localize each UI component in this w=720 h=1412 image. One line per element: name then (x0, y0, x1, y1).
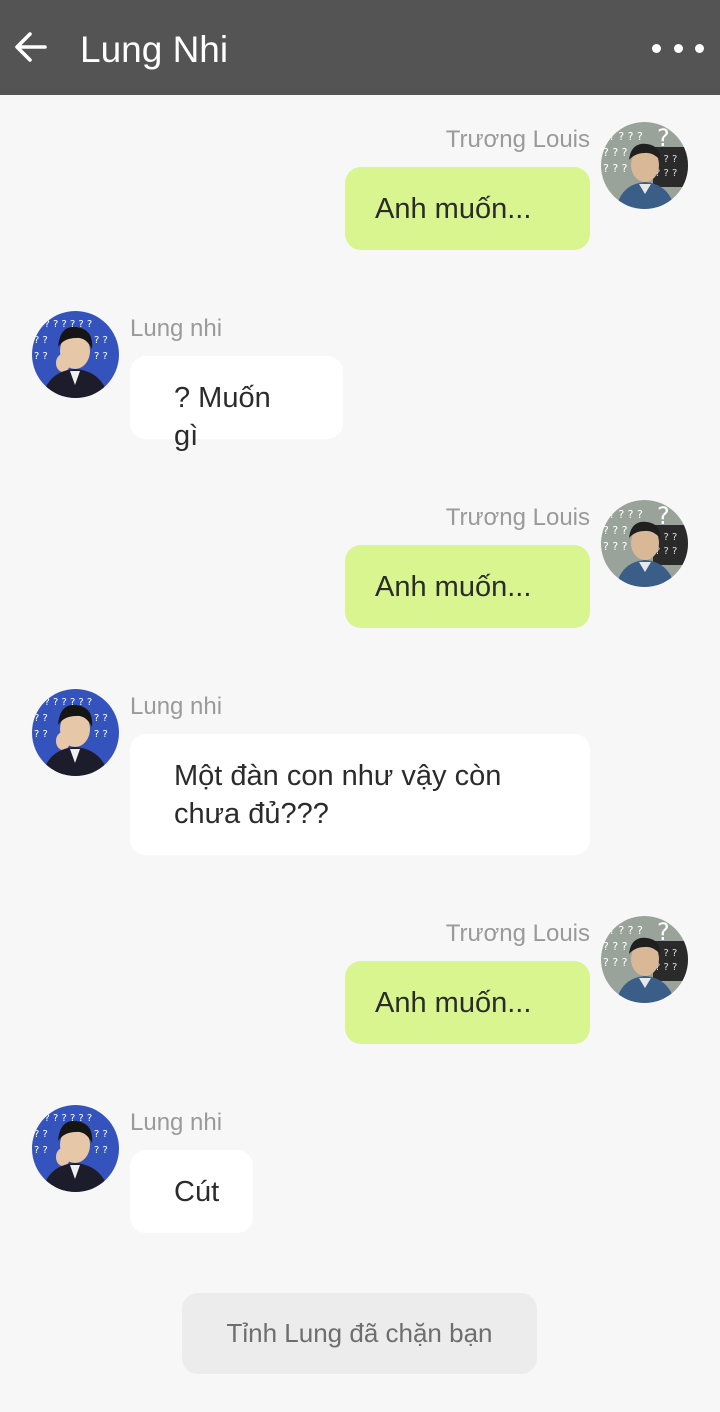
svg-text:? ? ? ? ? ? ?: ? ? ? ? ? ? ? (36, 1113, 92, 1124)
sender-name: Lung nhi (130, 693, 223, 720)
svg-text:?: ? (657, 918, 670, 946)
svg-text:? ?: ? ? (94, 335, 108, 346)
sender-name: Lung nhi (130, 1109, 223, 1136)
message-bubble[interactable]: Anh muốn... (345, 167, 590, 250)
message-bubble[interactable]: Một đàn con như vậy còn chưa đủ??? (130, 734, 590, 855)
avatar-lung-nhi[interactable]: ? ? ? ? ? ? ? ? ? ? ? ? ? ? ? (32, 1105, 119, 1192)
svg-text:? ? ?: ? ? ? (603, 162, 628, 175)
svg-text:? ?: ? ? (94, 351, 108, 362)
blocked-notice: Tỉnh Lung đã chặn bạn (182, 1293, 537, 1374)
message-text: ? Muốn gì (174, 382, 271, 452)
svg-text:? ? ? ? ? ? ?: ? ? ? ? ? ? ? (36, 319, 92, 330)
svg-text:?: ? (657, 124, 670, 152)
svg-text:? ?: ? ? (34, 713, 48, 724)
arrow-left-icon (15, 32, 47, 62)
chat-title: Lung Nhi (80, 29, 229, 70)
svg-text:? ? ?: ? ? ? (603, 956, 628, 969)
message-row-received: ? ? ? ? ? ? ? ? ? ? ? ? ? ? ? Lung nhi M… (0, 688, 720, 868)
avatar-portrait-icon: ? ? ? ? ? ? ? ? ? ? ? ? ? ? ? ? ? (601, 122, 688, 209)
sender-name: Trương Louis (445, 504, 590, 531)
more-horizontal-icon (652, 43, 661, 53)
svg-text:? ?: ? ? (94, 729, 108, 740)
message-text: Một đàn con như vậy còn chưa đủ??? (174, 760, 502, 830)
svg-text:? ? ? ?: ? ? ? ? (609, 508, 643, 521)
avatar-truong-louis[interactable]: ? ? ? ? ? ? ? ? ? ? ? ? ? ? ? ? ? (601, 500, 688, 587)
top-app-bar: Lung Nhi (0, 0, 720, 95)
avatar-portrait-icon: ? ? ? ? ? ? ? ? ? ? ? ? ? ? ? ? ? (601, 500, 688, 587)
avatar-lung-nhi[interactable]: ? ? ? ? ? ? ? ? ? ? ? ? ? ? ? (32, 689, 119, 776)
message-row-sent: Trương Louis Anh muốn... ? ? ? ? ? ? ? ?… (0, 914, 720, 1074)
message-text: Anh muốn... (375, 193, 532, 225)
svg-text:?: ? (657, 502, 670, 530)
svg-text:? ?: ? ? (94, 1145, 108, 1156)
message-bubble[interactable]: Cút (130, 1150, 253, 1233)
blocked-notice-text: Tỉnh Lung đã chặn bạn (226, 1318, 493, 1348)
avatar-portrait-icon: ? ? ? ? ? ? ? ? ? ? ? ? ? ? ? (32, 1105, 119, 1192)
svg-text:? ?: ? ? (34, 351, 48, 362)
avatar-truong-louis[interactable]: ? ? ? ? ? ? ? ? ? ? ? ? ? ? ? ? ? (601, 122, 688, 209)
message-row-received: ? ? ? ? ? ? ? ? ? ? ? ? ? ? ? Lung nhi ?… (0, 310, 720, 470)
message-bubble[interactable]: Anh muốn... (345, 961, 590, 1044)
message-bubble[interactable]: Anh muốn... (345, 545, 590, 628)
svg-text:? ? ? ? ? ? ?: ? ? ? ? ? ? ? (36, 697, 92, 708)
svg-text:? ?: ? ? (94, 1129, 108, 1140)
message-row-sent: Trương Louis Anh muốn... ? ? ? ? ? ? ? ?… (0, 120, 720, 280)
svg-text:? ? ?: ? ? ? (603, 540, 628, 553)
svg-text:? ? ?: ? ? ? (603, 146, 628, 159)
avatar-portrait-icon: ? ? ? ? ? ? ? ? ? ? ? ? ? ? ? (32, 311, 119, 398)
avatar-portrait-icon: ? ? ? ? ? ? ? ? ? ? ? ? ? ? ? ? ? (601, 916, 688, 1003)
avatar-truong-louis[interactable]: ? ? ? ? ? ? ? ? ? ? ? ? ? ? ? ? ? (601, 916, 688, 1003)
message-text: Cút (174, 1176, 220, 1208)
svg-text:? ? ? ?: ? ? ? ? (609, 130, 643, 143)
message-text: Anh muốn... (375, 571, 532, 603)
avatar-portrait-icon: ? ? ? ? ? ? ? ? ? ? ? ? ? ? ? (32, 689, 119, 776)
svg-text:? ? ?: ? ? ? (603, 524, 628, 537)
avatar-lung-nhi[interactable]: ? ? ? ? ? ? ? ? ? ? ? ? ? ? ? (32, 311, 119, 398)
svg-text:? ?: ? ? (34, 335, 48, 346)
more-options-button[interactable] (650, 30, 706, 66)
message-text: Anh muốn... (375, 987, 532, 1019)
svg-text:? ?: ? ? (34, 1129, 48, 1140)
svg-text:? ?: ? ? (34, 729, 48, 740)
message-row-received: ? ? ? ? ? ? ? ? ? ? ? ? ? ? ? Lung nhi C… (0, 1104, 720, 1264)
sender-name: Lung nhi (130, 315, 223, 342)
back-button[interactable] (8, 22, 54, 72)
svg-text:? ?: ? ? (34, 1145, 48, 1156)
sender-name: Trương Louis (445, 126, 590, 153)
svg-text:? ?: ? ? (94, 713, 108, 724)
message-bubble[interactable]: ? Muốn gì (130, 356, 343, 452)
sender-name: Trương Louis (445, 920, 590, 947)
svg-text:? ? ? ?: ? ? ? ? (609, 924, 643, 937)
svg-text:? ? ?: ? ? ? (603, 940, 628, 953)
message-row-sent: Trương Louis Anh muốn... ? ? ? ? ? ? ? ?… (0, 498, 720, 658)
